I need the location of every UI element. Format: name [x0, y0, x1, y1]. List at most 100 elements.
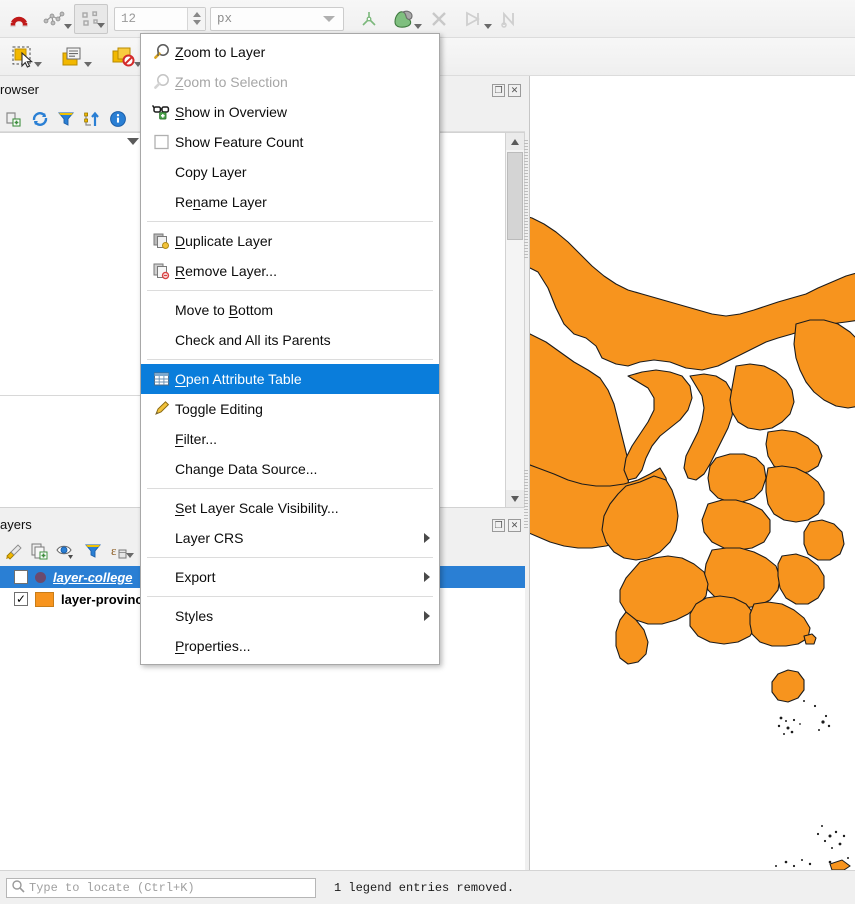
map-canvas[interactable]	[529, 76, 855, 870]
scroll-down-icon[interactable]	[506, 490, 524, 507]
chevron-down-icon[interactable]	[84, 62, 92, 67]
menu-item-label: Change Data Source...	[175, 461, 317, 477]
expression-filter-icon[interactable]: ε	[106, 539, 136, 563]
manage-layer-visibility-icon[interactable]	[52, 539, 80, 563]
chevron-down-icon[interactable]	[126, 553, 134, 558]
chevron-down-icon[interactable]	[34, 62, 42, 67]
remove-layer-icon	[149, 260, 175, 282]
menu-item-show-feature-count[interactable]: Show Feature Count	[141, 127, 439, 157]
menu-item-label: Zoom to Selection	[175, 74, 288, 90]
menu-item-layer-crs[interactable]: Layer CRS	[141, 523, 439, 553]
attribute-table-icon	[149, 368, 175, 390]
chevron-down-icon[interactable]	[484, 24, 492, 29]
layer-symbol-polygon	[35, 592, 54, 607]
self-snapping-icon[interactable]	[454, 4, 494, 34]
intersection-snapping-icon[interactable]	[424, 4, 454, 34]
menu-item-filter[interactable]: Filter...	[141, 424, 439, 454]
spinner-down-icon[interactable]	[193, 20, 201, 25]
menu-item-check-and-all-its-parents[interactable]: Check and All its Parents	[141, 325, 439, 355]
layer-name-college: layer-college	[53, 570, 133, 585]
menu-separator	[147, 557, 433, 558]
browser-float-button[interactable]: ❐	[492, 84, 505, 97]
map-splitter-grip[interactable]	[524, 140, 528, 260]
menu-item-change-data-source[interactable]: Change Data Source...	[141, 454, 439, 484]
filter-icon[interactable]	[54, 107, 78, 131]
feature-count-checkbox-icon[interactable]	[149, 131, 175, 153]
snapping-mode-icon[interactable]	[34, 4, 74, 34]
chevron-down-icon[interactable]	[323, 16, 335, 22]
open-layer-styling-icon[interactable]	[2, 539, 26, 563]
blank-icon	[149, 458, 175, 480]
menu-item-export[interactable]: Export	[141, 562, 439, 592]
browser-close-button[interactable]: ✕	[508, 84, 521, 97]
layers-panel-title: ayers	[0, 517, 32, 532]
snapping-type-icon[interactable]	[74, 4, 108, 34]
menu-separator	[147, 359, 433, 360]
snapping-tolerance-input[interactable]: 12	[114, 7, 206, 31]
spinner-up-icon[interactable]	[193, 12, 201, 17]
deselect-features-icon[interactable]	[104, 42, 144, 72]
snapping-toggle-icon[interactable]	[4, 4, 34, 34]
menu-item-label: Rename Layer	[175, 194, 267, 210]
add-group-icon[interactable]	[27, 539, 51, 563]
menu-item-show-in-overview[interactable]: Show in Overview	[141, 97, 439, 127]
map-splitter-grip[interactable]	[524, 470, 528, 530]
snapping-units-select[interactable]: px	[210, 7, 344, 31]
menu-item-copy-layer[interactable]: Copy Layer	[141, 157, 439, 187]
layer-context-menu[interactable]: Zoom to Layer Zoom to Selection	[140, 33, 440, 665]
status-bar: Type to locate (Ctrl+K) 1 legend entries…	[0, 870, 855, 904]
browser-scrollbar[interactable]	[505, 132, 525, 508]
zoom-to-selection-icon	[149, 71, 175, 93]
chevron-down-icon[interactable]	[64, 24, 72, 29]
layers-float-button[interactable]: ❐	[492, 519, 505, 532]
qgis-main-window: 12 px	[0, 0, 855, 904]
locator-placeholder: Type to locate (Ctrl+K)	[29, 881, 195, 895]
chevron-down-icon[interactable]	[97, 23, 105, 28]
chevron-down-icon[interactable]	[414, 24, 422, 29]
menu-item-label: Copy Layer	[175, 164, 247, 180]
menu-item-toggle-editing[interactable]: Toggle Editing	[141, 394, 439, 424]
menu-item-open-attribute-table[interactable]: Open Attribute Table	[141, 364, 439, 394]
menu-item-styles[interactable]: Styles	[141, 601, 439, 631]
menu-separator	[147, 290, 433, 291]
layers-close-button[interactable]: ✕	[508, 519, 521, 532]
menu-item-zoom-to-layer[interactable]: Zoom to Layer	[141, 37, 439, 67]
blank-icon	[149, 191, 175, 213]
submenu-arrow-icon	[424, 533, 430, 543]
scrollbar-thumb[interactable]	[507, 152, 523, 240]
blank-icon	[149, 428, 175, 450]
topological-editing-icon[interactable]	[354, 4, 384, 34]
taiwan-region	[830, 860, 850, 870]
menu-item-set-layer-scale-visibility[interactable]: Set Layer Scale Visibility...	[141, 493, 439, 523]
scroll-up-icon[interactable]	[506, 133, 524, 150]
submenu-arrow-icon	[424, 611, 430, 621]
select-by-form-icon[interactable]	[54, 42, 94, 72]
filter-legend-icon[interactable]	[81, 539, 105, 563]
properties-info-icon[interactable]	[106, 107, 130, 131]
refresh-icon[interactable]	[28, 107, 52, 131]
submenu-arrow-icon	[424, 572, 430, 582]
add-layer-icon[interactable]	[2, 107, 26, 131]
browser-panel-buttons: ❐ ✕	[492, 84, 521, 97]
collapse-all-icon[interactable]	[80, 107, 104, 131]
menu-item-duplicate-layer[interactable]: Duplicate Layer	[141, 226, 439, 256]
trace-icon[interactable]	[494, 4, 524, 34]
menu-item-properties[interactable]: Properties...	[141, 631, 439, 661]
spinner-arrows[interactable]	[187, 8, 205, 30]
blank-icon	[149, 635, 175, 657]
menu-item-label: Zoom to Layer	[175, 44, 265, 60]
avoid-overlap-icon[interactable]	[384, 4, 424, 34]
menu-item-remove-layer[interactable]: Remove Layer...	[141, 256, 439, 286]
layer-visibility-checkbox[interactable]: ✓	[14, 592, 28, 606]
menu-item-label: Move to Bottom	[175, 302, 273, 318]
select-features-icon[interactable]	[4, 42, 44, 72]
layer-visibility-checkbox[interactable]	[14, 570, 28, 584]
units-value: px	[211, 12, 232, 26]
locator-search-box[interactable]: Type to locate (Ctrl+K)	[6, 878, 316, 898]
blank-icon	[149, 566, 175, 588]
menu-item-rename-layer[interactable]: Rename Layer	[141, 187, 439, 217]
menu-item-move-to-bottom[interactable]: Move to Bottom	[141, 295, 439, 325]
browser-tree-chevron-down-icon[interactable]	[127, 138, 139, 145]
menu-item-label: Set Layer Scale Visibility...	[175, 500, 339, 516]
svg-text:ε: ε	[111, 543, 117, 558]
